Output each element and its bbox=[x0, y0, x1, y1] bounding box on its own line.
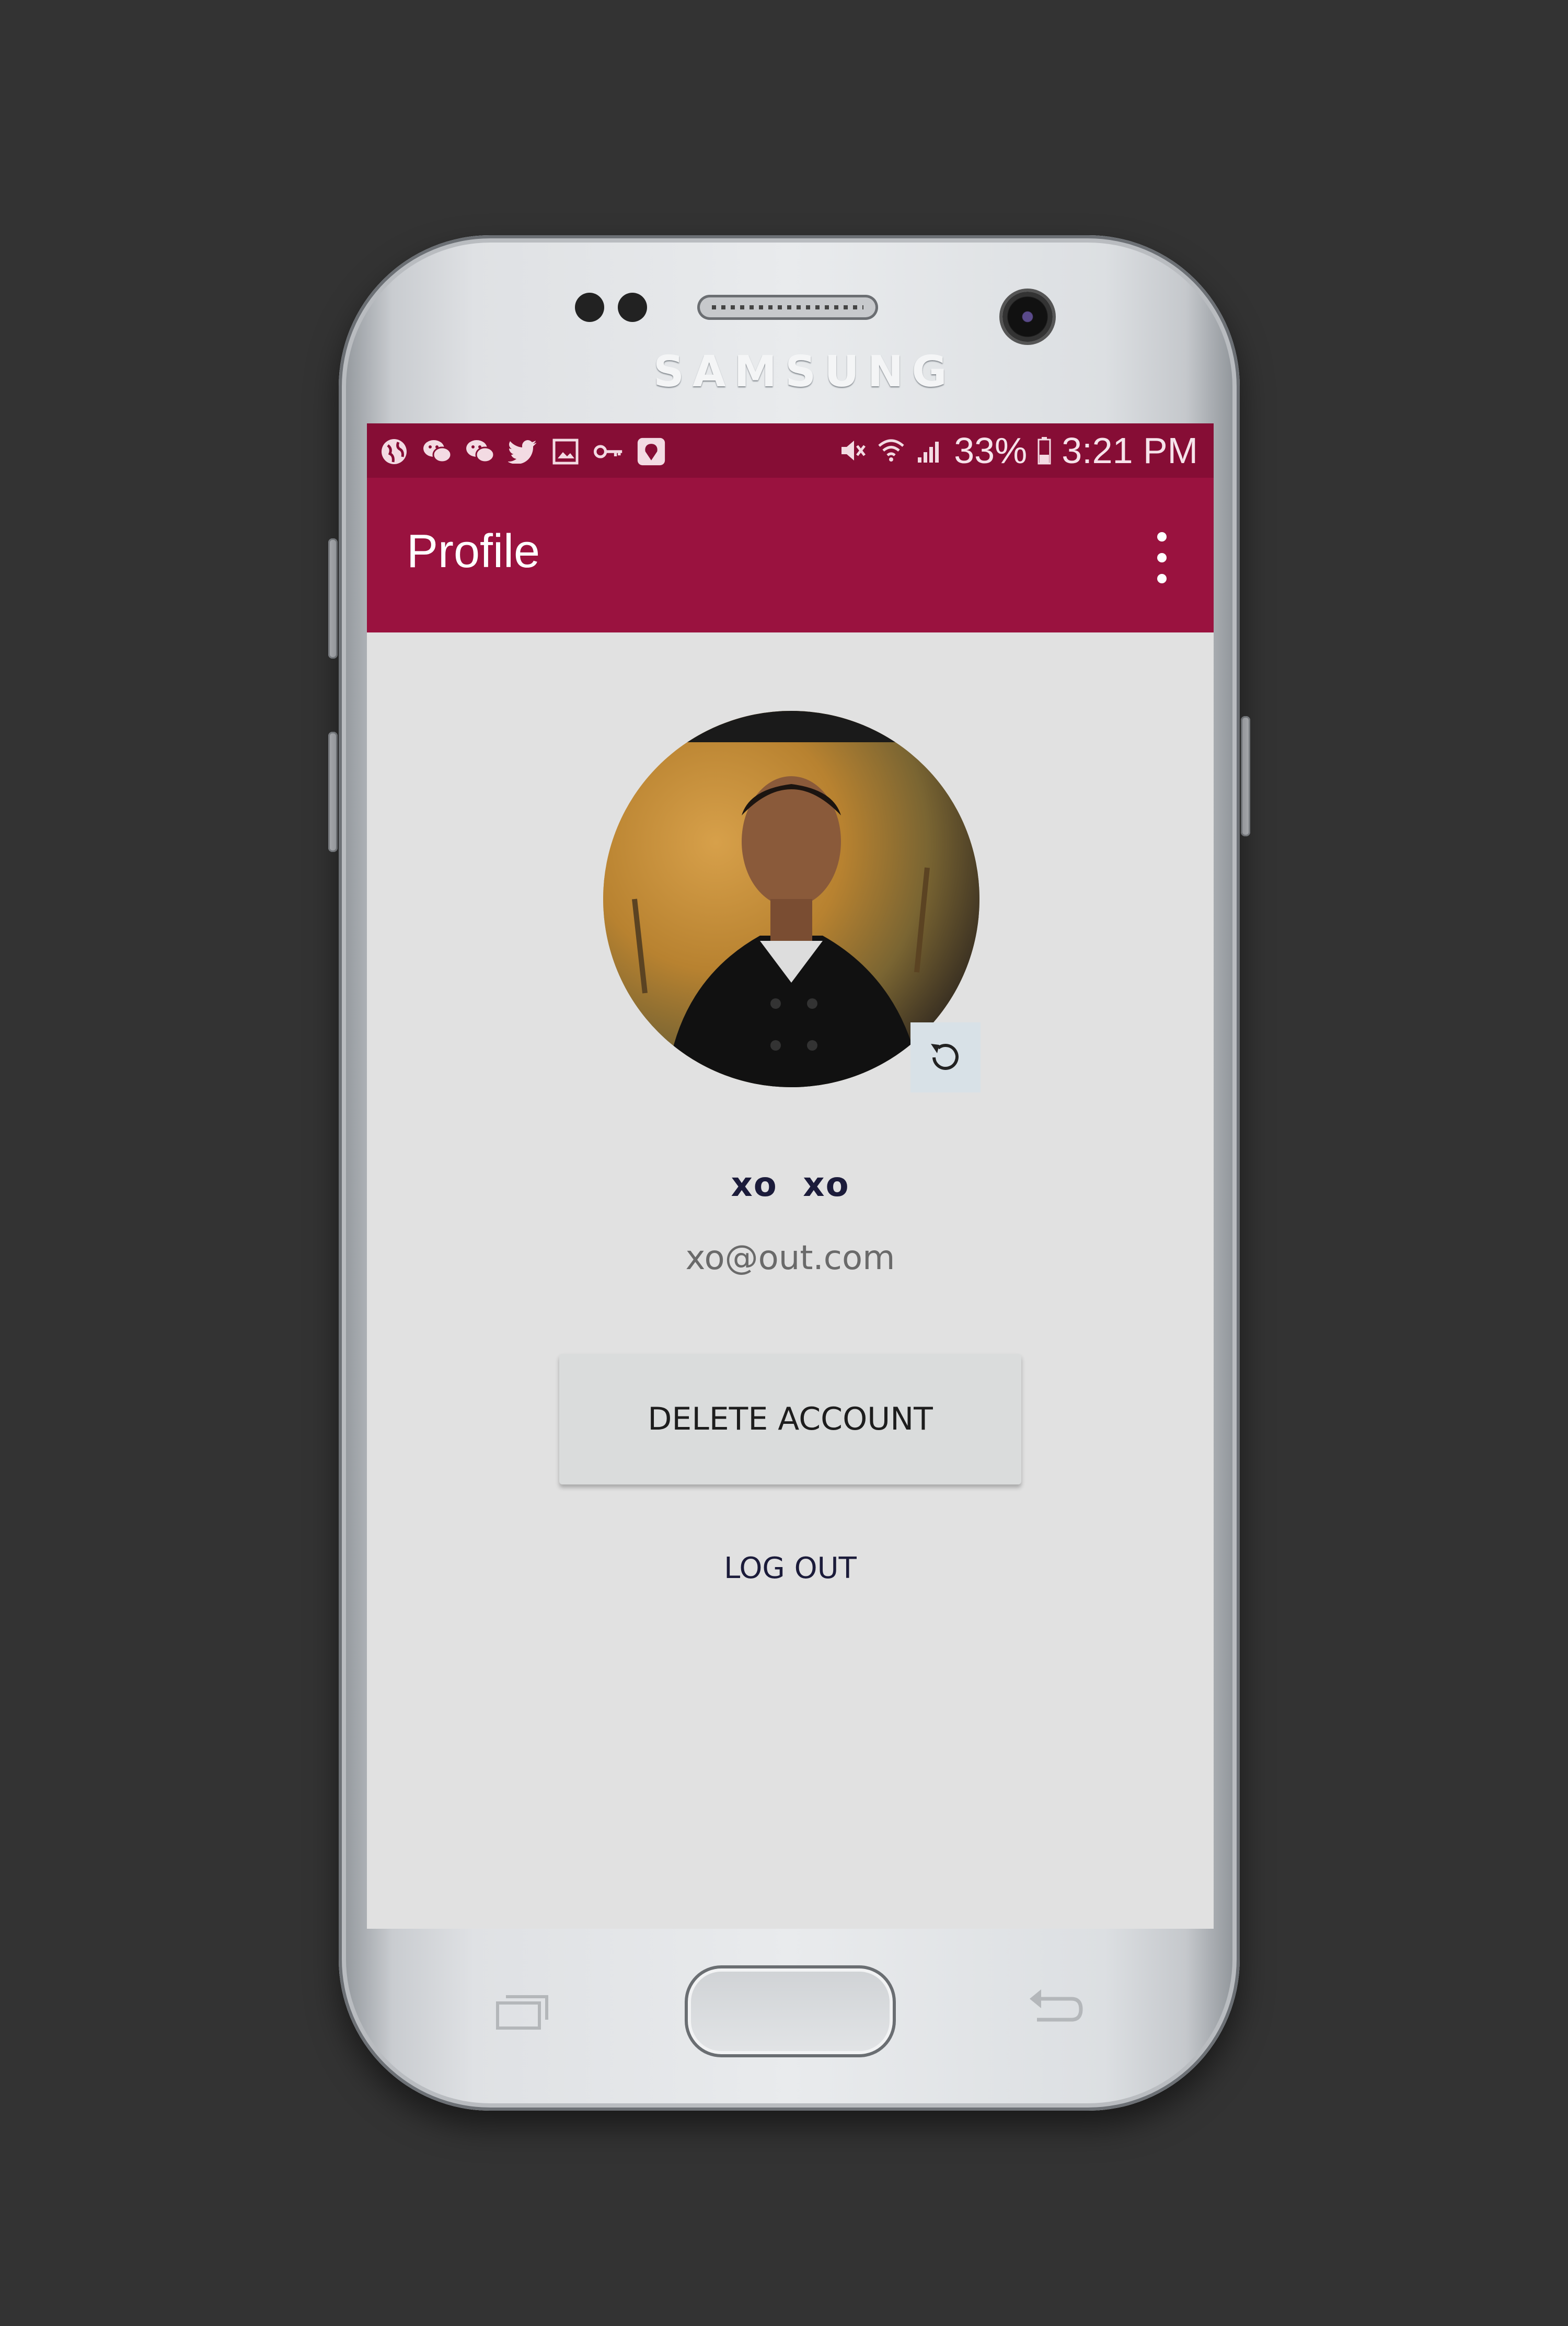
battery-icon bbox=[1036, 436, 1052, 465]
rotate-icon bbox=[931, 1044, 959, 1070]
home-button[interactable] bbox=[685, 1965, 896, 2057]
clock: 3:21 PM bbox=[1062, 430, 1198, 471]
page-title: Profile bbox=[407, 525, 540, 578]
wifi-icon bbox=[877, 436, 906, 465]
delete-account-button[interactable]: DELETE ACCOUNT bbox=[559, 1354, 1021, 1484]
signal-icon bbox=[915, 436, 944, 465]
recent-apps-icon[interactable] bbox=[493, 1990, 551, 2032]
brand-logo: SAMSUNG bbox=[653, 347, 955, 397]
front-camera-icon bbox=[1002, 292, 1053, 342]
globe-icon bbox=[379, 437, 409, 466]
user-email: xo@out.com bbox=[685, 1239, 895, 1277]
overflow-menu-icon[interactable] bbox=[1151, 532, 1172, 584]
mute-icon bbox=[838, 436, 867, 465]
wechat-icon bbox=[422, 437, 452, 466]
wechat-icon bbox=[465, 437, 494, 466]
screen: 33% 3:21 PM Profile xo xo xo@out.com DEL… bbox=[367, 423, 1214, 1929]
status-bar: 33% 3:21 PM bbox=[367, 423, 1214, 478]
rotate-photo-button[interactable] bbox=[910, 1022, 981, 1092]
system-status: 33% 3:21 PM bbox=[838, 430, 1198, 471]
back-icon[interactable] bbox=[1024, 1986, 1087, 2033]
notification-icons bbox=[379, 436, 666, 467]
earpiece-speaker bbox=[697, 295, 878, 320]
image-icon bbox=[551, 437, 580, 466]
sensor-dots bbox=[575, 293, 648, 324]
volume-up-button[interactable] bbox=[328, 538, 338, 659]
du-icon bbox=[637, 437, 666, 466]
user-name: xo xo bbox=[731, 1166, 850, 1204]
twitter-icon bbox=[508, 437, 537, 466]
key-icon bbox=[594, 437, 623, 466]
volume-down-button[interactable] bbox=[328, 732, 338, 852]
power-button[interactable] bbox=[1241, 716, 1250, 836]
logout-button[interactable]: LOG OUT bbox=[660, 1542, 921, 1594]
profile-content: xo xo xo@out.com DELETE ACCOUNT LOG OUT bbox=[367, 632, 1214, 1929]
app-bar: Profile bbox=[367, 478, 1214, 632]
battery-percent: 33% bbox=[954, 430, 1028, 471]
